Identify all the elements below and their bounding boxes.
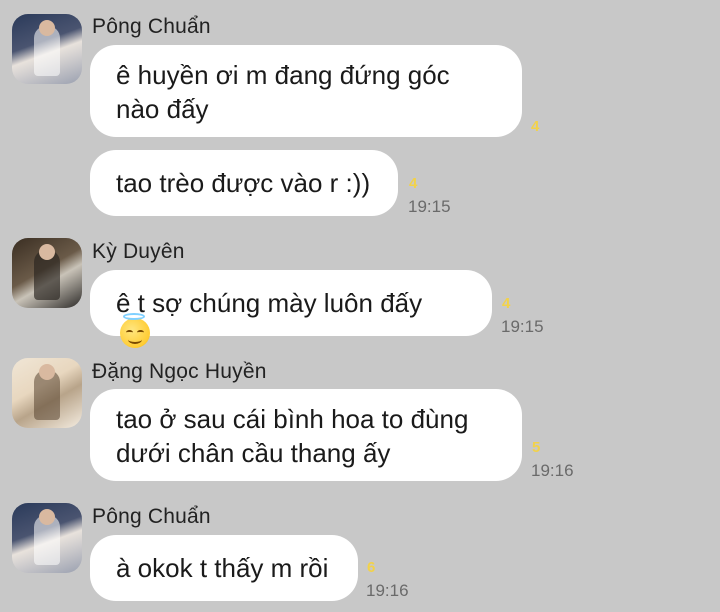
message-bubble[interactable]: ê t sợ chúng mày luôn đấy	[90, 270, 492, 348]
message-line: ê huyền ơi m đang đứng góc	[116, 60, 450, 90]
sender-name: Kỳ Duyên	[92, 240, 185, 263]
avatar-head	[39, 244, 55, 260]
avatar[interactable]	[12, 14, 82, 84]
sender-name: Pông Chuẩn	[92, 15, 211, 38]
message-line: dưới chân cầu thang ấy	[116, 438, 391, 468]
sender-name: Đặng Ngọc Huyền	[92, 360, 267, 383]
avatar-head	[39, 509, 55, 525]
message-line: à okok t thấy m rồi	[116, 553, 329, 583]
avatar[interactable]	[12, 358, 82, 428]
message-bubble[interactable]: tao ở sau cái bình hoa to đùng dưới chân…	[90, 389, 522, 481]
avatar[interactable]	[12, 238, 82, 308]
message-bubble[interactable]: ê huyền ơi m đang đứng góc nào đấy	[90, 45, 522, 137]
read-count: 4	[409, 175, 418, 192]
sender-name: Pông Chuẩn	[92, 505, 211, 528]
message-time: 19:15	[501, 317, 544, 336]
message-time: 19:15	[408, 197, 451, 216]
read-count: 4	[531, 118, 540, 135]
smiling-face-with-halo-icon	[120, 313, 150, 348]
avatar[interactable]	[12, 503, 82, 573]
avatar-head	[39, 364, 55, 380]
message-line: ê t sợ chúng mày luôn đấy	[116, 286, 466, 350]
message-bubble[interactable]: à okok t thấy m rồi	[90, 535, 358, 601]
message-time: 19:16	[366, 581, 409, 600]
read-count: 4	[502, 295, 511, 312]
read-count: 6	[367, 559, 376, 576]
read-count: 5	[532, 439, 541, 456]
message-line: tao ở sau cái bình hoa to đùng	[116, 404, 469, 434]
message-line: tao trèo được vào r :))	[116, 168, 371, 198]
message-bubble[interactable]: tao trèo được vào r :))	[90, 150, 398, 216]
avatar-head	[39, 20, 55, 36]
message-line: nào đấy	[116, 94, 209, 124]
message-time: 19:16	[531, 461, 574, 480]
